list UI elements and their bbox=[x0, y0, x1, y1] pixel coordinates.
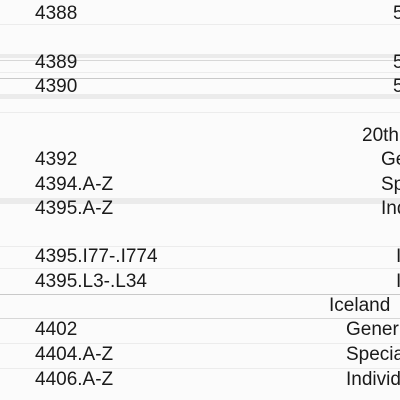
class-number: 4395.I77-.I774 bbox=[35, 246, 158, 267]
class-number: 4395.L3-.L34 bbox=[35, 271, 147, 292]
class-number: 4404.A-Z bbox=[35, 344, 114, 365]
list-item: 4395.A-Z Ind bbox=[0, 197, 400, 221]
list-item: 4392 Ge bbox=[0, 148, 400, 172]
class-description: Individ bbox=[346, 369, 400, 390]
list-item: 4388 5 bbox=[0, 2, 400, 26]
class-number: 4390 bbox=[35, 76, 78, 97]
class-description: Sp bbox=[381, 174, 400, 195]
class-description: Specia bbox=[346, 344, 400, 365]
class-number: 4406.A-Z bbox=[35, 369, 114, 390]
class-description: Ind bbox=[381, 198, 400, 219]
list-item: 4395.L3-.L34 I bbox=[0, 270, 400, 294]
class-description: I bbox=[396, 246, 400, 267]
list-item: 4406.A-Z Individ bbox=[0, 368, 400, 392]
class-number: 4388 bbox=[35, 3, 78, 24]
divider-line bbox=[0, 112, 400, 113]
class-number: 4389 bbox=[35, 52, 78, 73]
class-description: I bbox=[396, 271, 400, 292]
list-item: 20th bbox=[0, 124, 400, 148]
class-number: 4394.A-Z bbox=[35, 174, 114, 195]
class-description: 5 bbox=[393, 52, 400, 73]
list-item: 4389 5 bbox=[0, 51, 400, 75]
section-heading: Iceland bbox=[329, 295, 391, 316]
list-item: 4404.A-Z Specia bbox=[0, 343, 400, 367]
class-description: Ge bbox=[381, 149, 400, 170]
class-description: 5 bbox=[393, 3, 400, 24]
list-item: Iceland bbox=[0, 294, 400, 318]
class-number: 4395.A-Z bbox=[35, 198, 114, 219]
class-number: 4402 bbox=[35, 319, 78, 340]
class-description: Gener bbox=[346, 319, 399, 340]
class-description: 5 bbox=[393, 76, 400, 97]
list-item: 4402 Gener bbox=[0, 318, 400, 342]
list-item: 4395.I77-.I774 I bbox=[0, 245, 400, 269]
class-number: 4392 bbox=[35, 149, 78, 170]
list-item: 4394.A-Z Sp bbox=[0, 173, 400, 197]
section-heading: 20th bbox=[362, 125, 399, 146]
list-item: 4390 5 bbox=[0, 75, 400, 99]
